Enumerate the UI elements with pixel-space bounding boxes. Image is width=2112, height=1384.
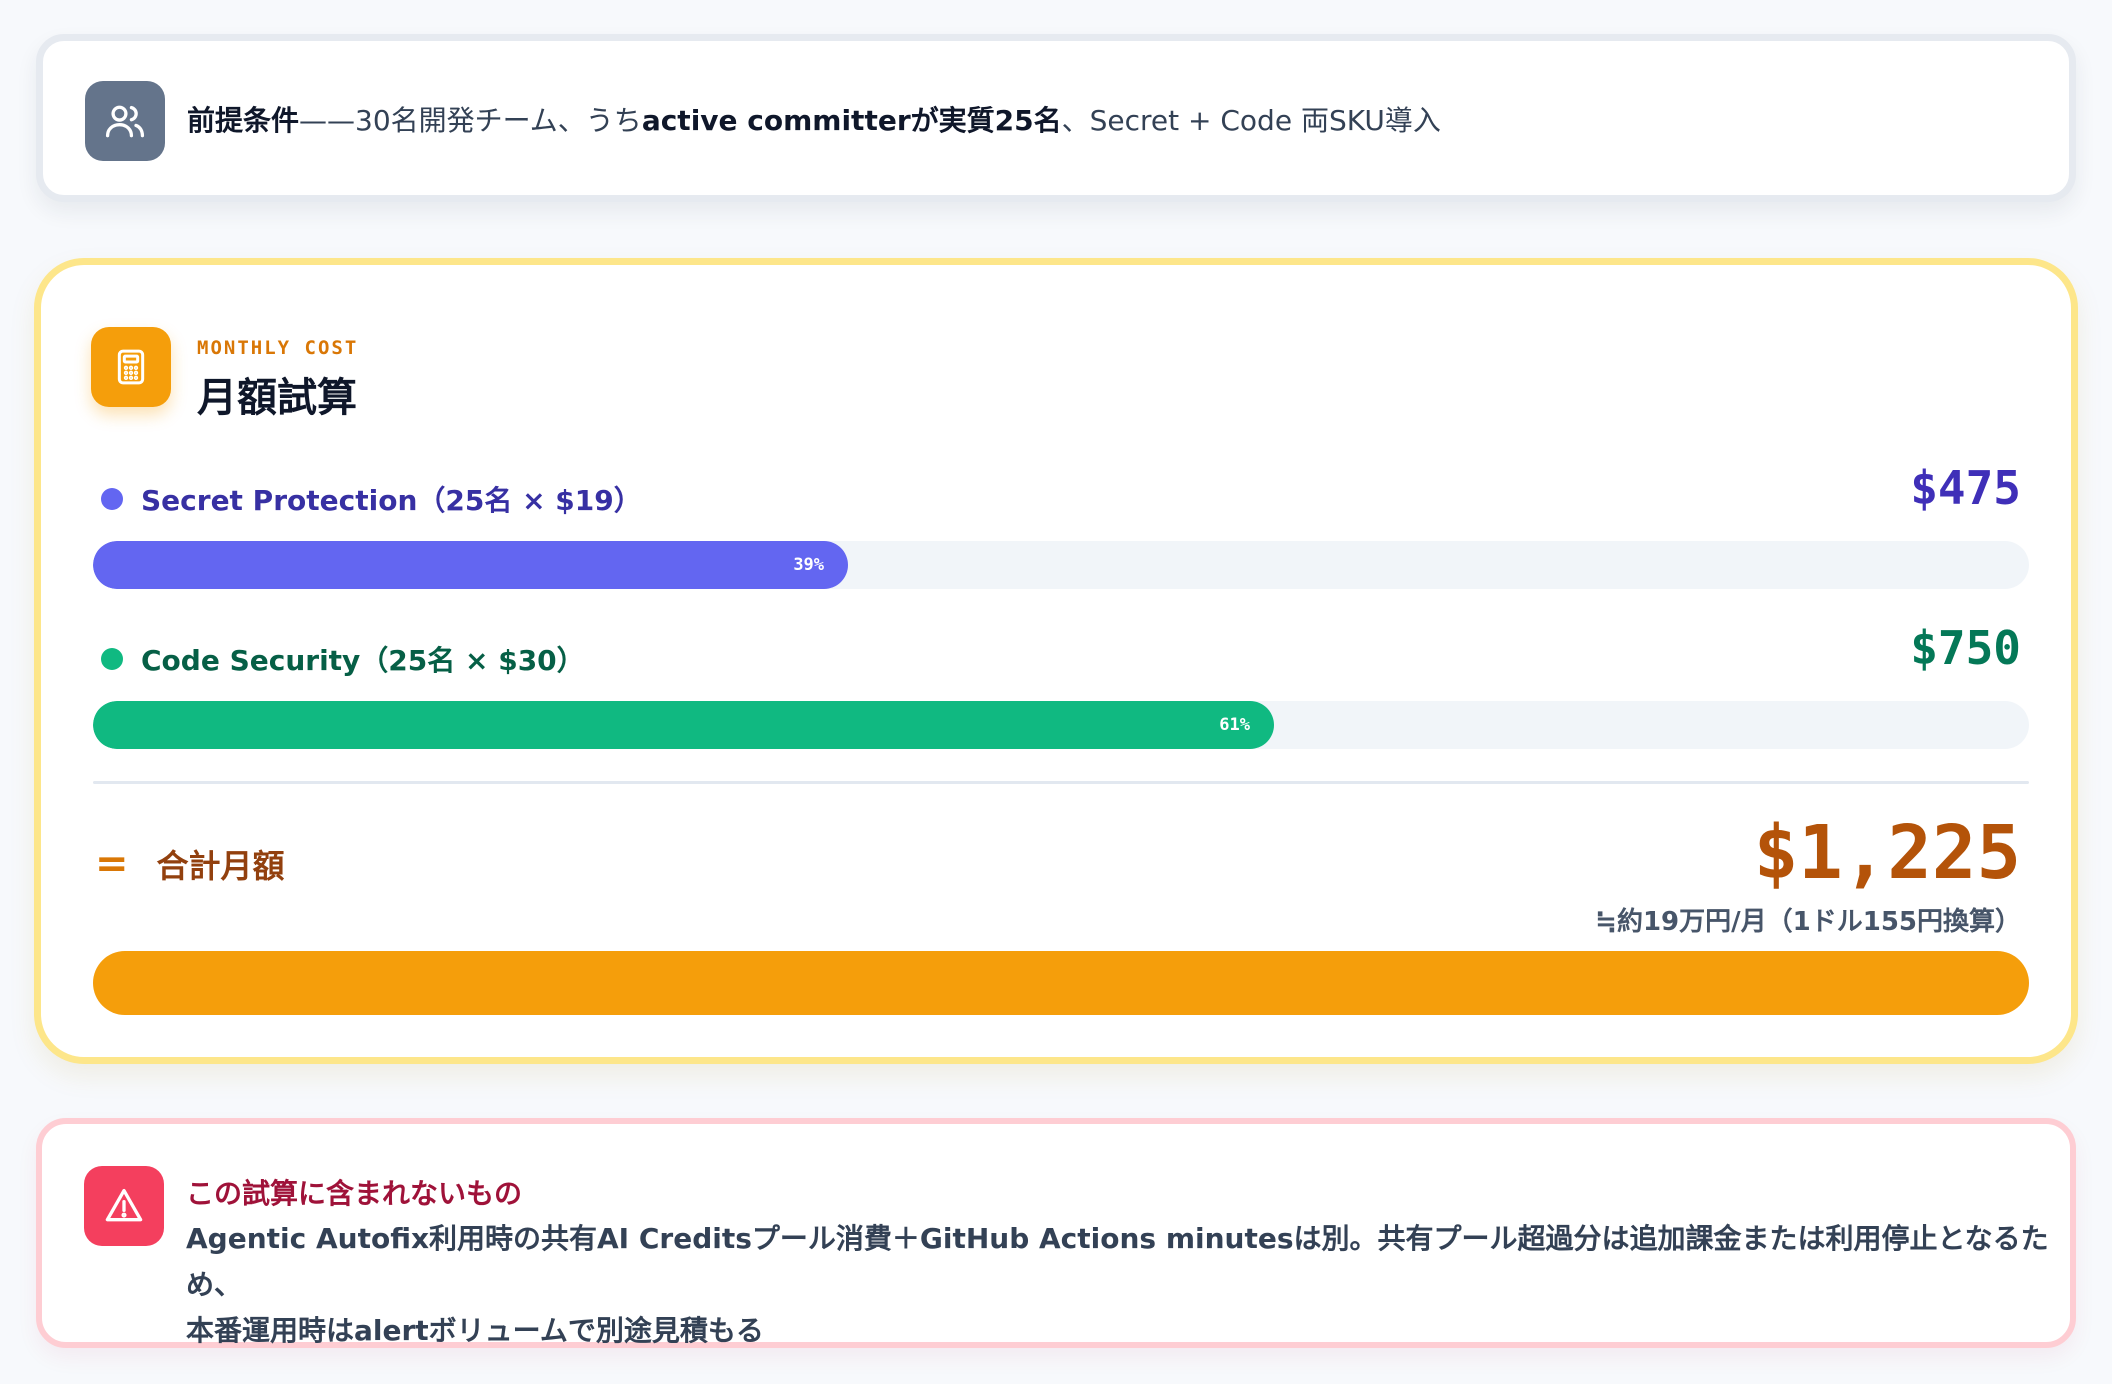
total-bar <box>93 951 2029 1015</box>
total-amount: $1,225 <box>1753 810 2021 896</box>
code-security-label-row: Code Security（25名 × $30） <box>101 639 585 679</box>
secret-protection-percent: 39% <box>793 555 825 575</box>
exclusions-body: Agentic Autofix利用時の共有AI Creditsプール消費＋Git… <box>186 1216 2056 1354</box>
warning-triangle-icon <box>84 1166 164 1246</box>
exclusions-title: この試算に含まれないもの <box>186 1177 523 1210</box>
premise-active-committers: active committerが実質25名 <box>641 104 1062 137</box>
divider <box>93 781 2029 784</box>
code-security-label: Code Security（25名 × $30） <box>141 644 585 677</box>
equals-icon: = <box>95 841 129 887</box>
exclusions-line-2: 本番運用時はalertボリュームで別途見積もる <box>186 1314 764 1347</box>
total-label: 合計月額 <box>156 847 285 885</box>
secret-protection-bar-fill: 39% <box>93 541 849 589</box>
code-security-percent: 61% <box>1219 715 1250 735</box>
exclusions-line-1: Agentic Autofix利用時の共有AI Creditsプール消費＋Git… <box>186 1222 2049 1301</box>
secret-protection-label-row: Secret Protection（25名 × $19） <box>101 479 642 519</box>
secret-protection-label: Secret Protection（25名 × $19） <box>141 484 642 517</box>
code-security-bar-fill: 61% <box>93 701 1274 749</box>
premise-label: 前提条件 <box>187 104 300 137</box>
section-title: 月額試算 <box>197 375 357 421</box>
exclusions-card: この試算に含まれないもの Agentic Autofix利用時の共有AI Cre… <box>36 1118 2076 1348</box>
premise-text-2: 、Secret + Code 両SKU導入 <box>1061 104 1441 137</box>
code-security-dot <box>101 648 123 670</box>
section-eyebrow: MONTHLY COST <box>197 337 359 359</box>
code-security-bar-track: 61% <box>93 701 2029 749</box>
total-yen-note: ≒約19万円/月（1ドル155円換算） <box>1595 907 2021 937</box>
premise-dash: —— <box>299 104 356 137</box>
secret-protection-bar-track: 39% <box>93 541 2029 589</box>
premise-text: 前提条件——30名開発チーム、うちactive committerが実質25名、… <box>187 101 2029 141</box>
code-security-amount: $750 <box>1910 621 2021 675</box>
total-label-row: = 合計月額 <box>95 839 285 889</box>
secret-protection-amount: $475 <box>1910 461 2021 515</box>
monthly-cost-card: MONTHLY COST 月額試算 Secret Protection（25名 … <box>34 258 2078 1064</box>
users-icon <box>85 81 165 161</box>
premise-text-1: 30名開発チーム、うち <box>355 104 642 137</box>
secret-protection-dot <box>101 488 123 510</box>
premise-card: 前提条件——30名開発チーム、うちactive committerが実質25名、… <box>36 34 2076 202</box>
calculator-icon <box>91 327 171 407</box>
